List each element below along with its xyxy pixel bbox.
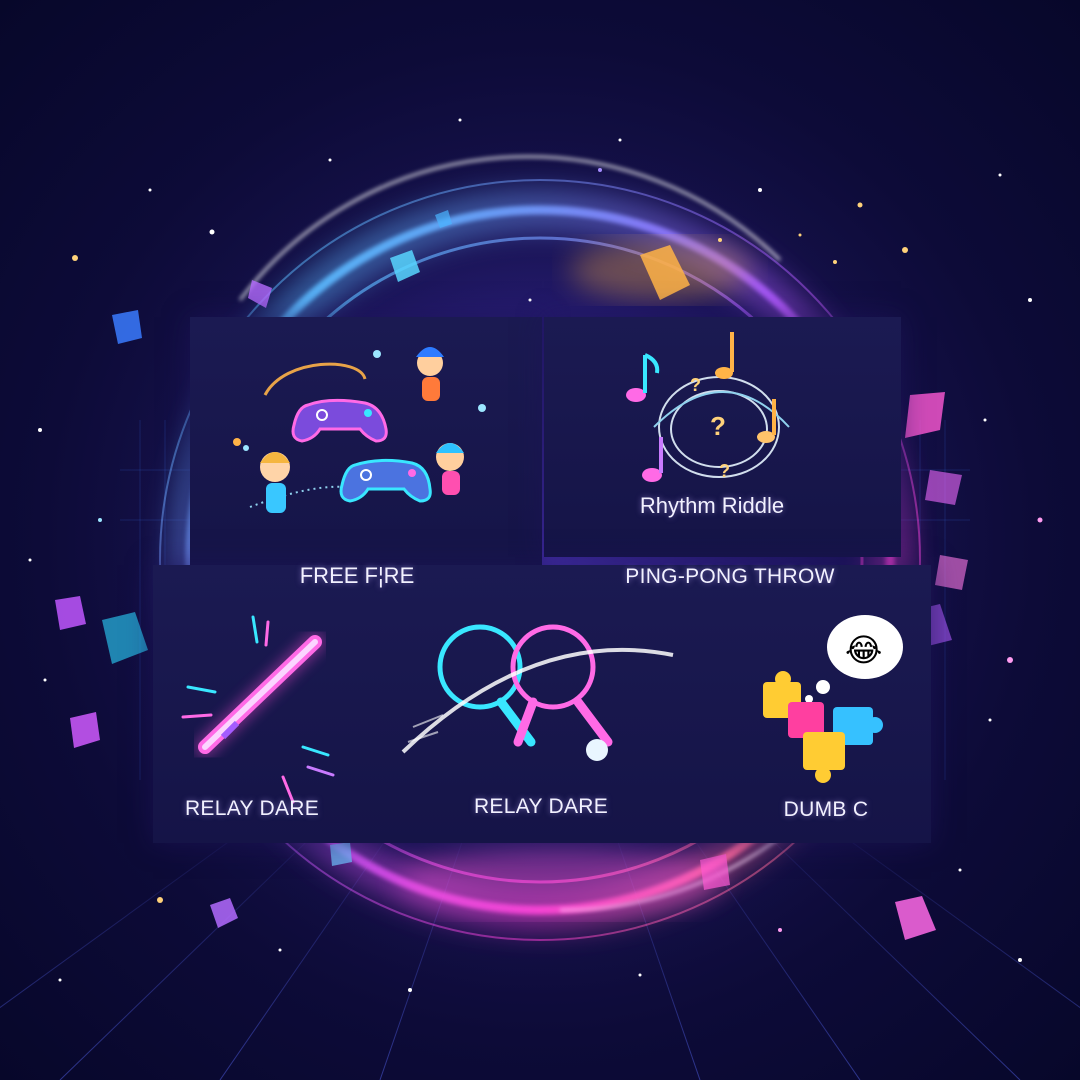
ping-pong-ball-icon — [586, 739, 608, 761]
sparkle-trail-icon — [263, 362, 367, 396]
tile-label: DUMB C — [783, 798, 869, 821]
tile-label: FREE F¦RE — [299, 563, 415, 588]
free-fire-artwork — [233, 347, 486, 513]
game-tile-relay-dare-baton[interactable]: RELAY DARE — [153, 597, 383, 843]
tile-label: RELAY DARE — [473, 795, 609, 818]
tile-label: PING-PONG THROW — [625, 565, 835, 588]
gamepad-icon — [291, 398, 388, 443]
tile-label: RELAY DARE — [184, 797, 320, 820]
cartoon-kid-icon — [416, 347, 444, 401]
question-mark-icon: ? — [710, 411, 726, 441]
rhythm-riddle-artwork: ? ? ? — [626, 332, 790, 482]
game-tile-rhythm-riddle[interactable]: ? ? ? Rhythm Riddle — [544, 317, 901, 557]
cartoon-kid-icon — [260, 452, 290, 513]
laughing-emoji-icon: 😂 — [845, 632, 882, 668]
game-tile-ping-pong-throw[interactable]: PING-PONG THROW — [544, 557, 931, 597]
game-menu-screen: FREE F¦RE ? ? ? Rhythm Riddle PING-PONG … — [0, 0, 1080, 1080]
ping-pong-paddle-icon — [510, 624, 613, 747]
question-mark-icon: ? — [690, 375, 701, 395]
music-note-icon — [642, 437, 663, 482]
neon-baton-icon — [194, 631, 326, 758]
question-mark-icon: ? — [719, 461, 730, 481]
game-tile-relay-dare-paddles[interactable]: RELAY DARE — [383, 597, 693, 843]
cartoon-kid-icon — [436, 443, 464, 495]
music-note-icon — [626, 353, 660, 402]
gamepad-icon — [339, 458, 432, 503]
game-tile-free-fire[interactable]: FREE F¦RE — [190, 317, 542, 588]
game-tile-dumb-c[interactable]: 😂 DUMB C — [693, 597, 931, 843]
tile-label: Rhythm Riddle — [639, 493, 785, 518]
music-note-icon — [715, 332, 734, 379]
